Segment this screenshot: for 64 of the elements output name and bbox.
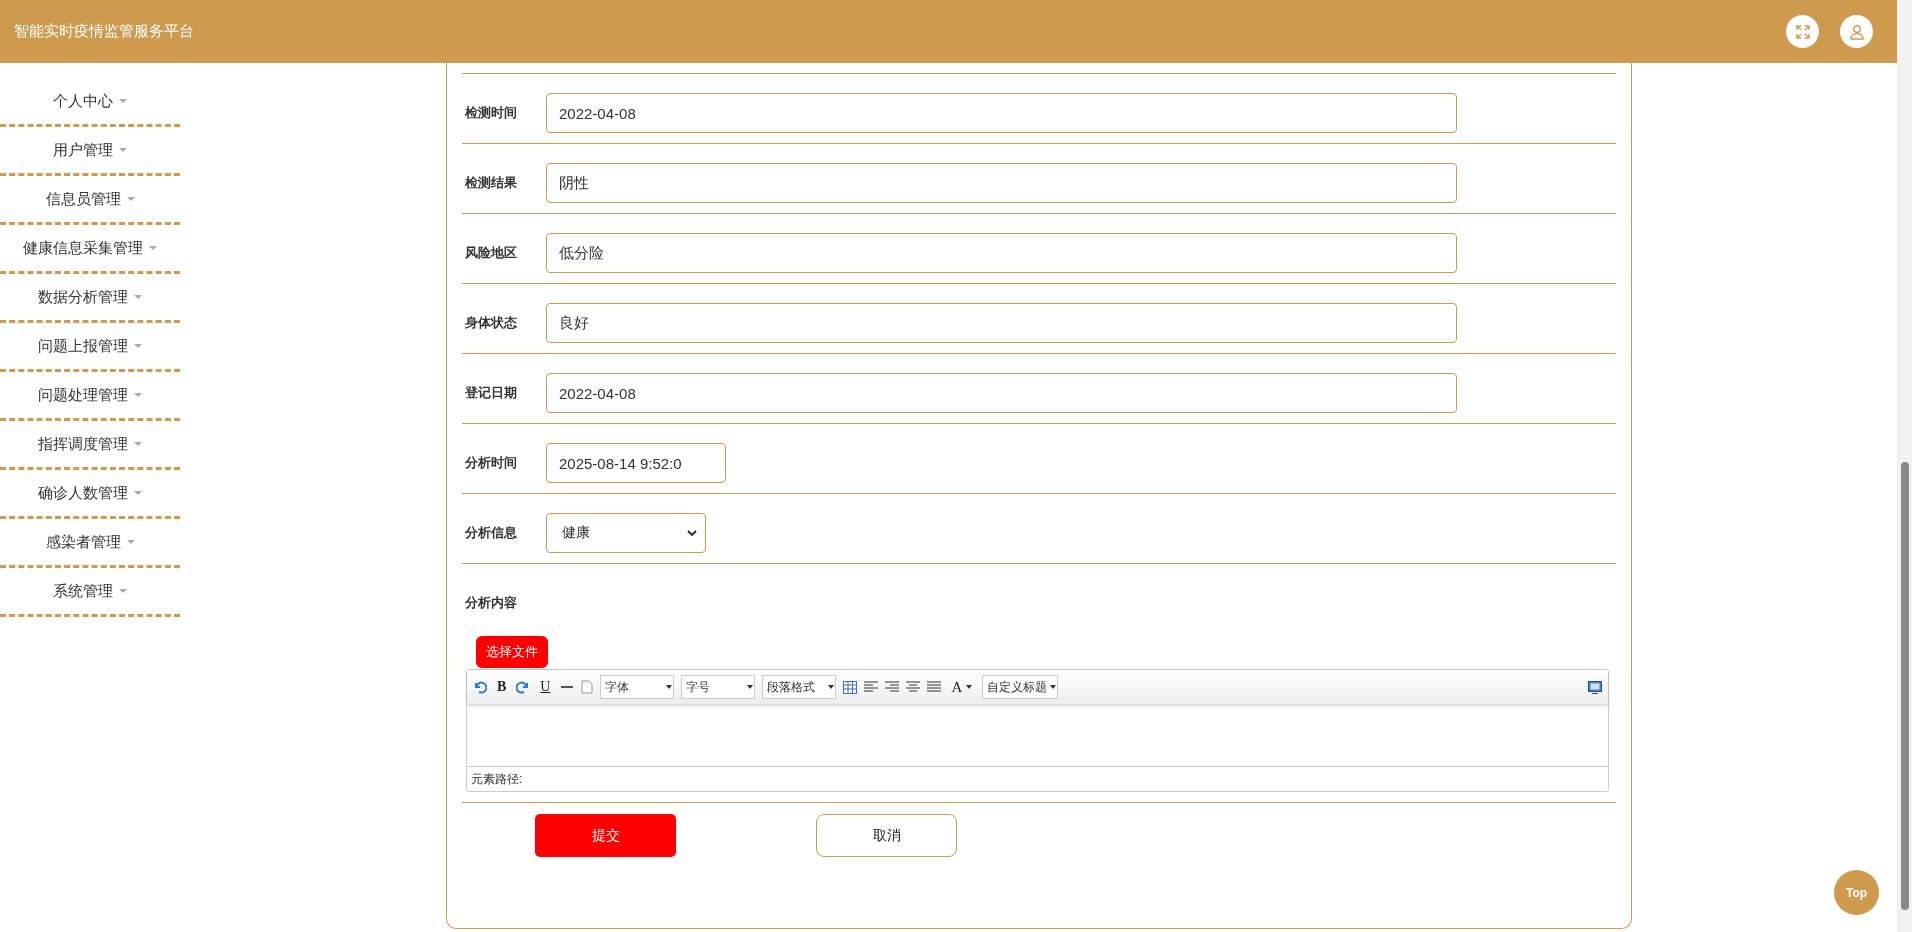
undo-icon[interactable]	[473, 680, 487, 694]
field-label: 风险地区	[465, 244, 518, 262]
sidebar-item[interactable]: 问题上报管理	[0, 323, 180, 372]
underline-button[interactable]: U	[537, 679, 554, 695]
field-label: 检测结果	[465, 174, 518, 192]
caret-icon	[119, 99, 127, 103]
justify-icon[interactable]	[927, 681, 942, 693]
fullscreen-button[interactable]	[1786, 15, 1819, 48]
sidebar-item[interactable]: 数据分析管理	[0, 274, 180, 323]
page-icon[interactable]	[581, 680, 594, 694]
sidebar-item[interactable]: 确诊人数管理	[0, 470, 180, 519]
user-icon	[1848, 23, 1865, 40]
input-field[interactable]: 低分险	[546, 233, 1457, 273]
input-field[interactable]: 2022-04-08	[546, 93, 1457, 133]
cancel-button[interactable]: 取消	[816, 814, 957, 857]
field-label: 分析信息	[465, 524, 518, 542]
caret-icon	[119, 589, 127, 593]
choose-file-button[interactable]: 选择文件	[476, 636, 548, 668]
expand-icon	[1795, 24, 1810, 39]
align-left-icon[interactable]	[864, 681, 879, 693]
toolbar-dropdown[interactable]: 字体	[600, 675, 675, 699]
table-icon[interactable]	[843, 680, 858, 694]
sidebar-item[interactable]: 问题处理管理	[0, 372, 180, 421]
sidebar-item[interactable]: 健康信息采集管理	[0, 225, 180, 274]
input-field[interactable]: 2025-08-14 9:52:0	[546, 443, 726, 483]
caret-icon	[126, 197, 135, 201]
app-title: 智能实时疫情监管服务平台	[14, 22, 194, 41]
toolbar-dropdown[interactable]: 段落格式	[762, 675, 837, 699]
caret-icon	[134, 442, 142, 446]
caret-icon	[149, 246, 157, 250]
align-right-icon[interactable]	[885, 681, 900, 693]
field-label: 分析时间	[465, 454, 518, 472]
field-label: 检测时间	[465, 104, 518, 122]
field-label: 身体状态	[465, 314, 518, 332]
caret-icon	[126, 540, 135, 544]
input-field[interactable]: 阴性	[546, 163, 1457, 203]
sidebar-item[interactable]: 指挥调度管理	[0, 421, 180, 470]
input-field[interactable]: 良好	[546, 303, 1457, 343]
toolbar-dropdown[interactable]: 字号	[681, 675, 756, 699]
sidebar-item[interactable]: 用户管理	[0, 127, 180, 176]
caret-icon	[134, 491, 142, 495]
sidebar-item[interactable]: 信息员管理	[0, 176, 180, 225]
bold-button[interactable]: B	[494, 679, 510, 695]
caret-icon	[134, 344, 142, 348]
sidebar-item[interactable]: 个人中心	[0, 78, 180, 127]
caret-icon	[119, 148, 127, 152]
submit-button[interactable]: 提交	[535, 814, 676, 857]
chevron-down-icon	[687, 529, 697, 537]
scrollbar[interactable]	[1897, 0, 1912, 932]
sidebar-item[interactable]: 系统管理	[0, 568, 180, 617]
align-center-icon[interactable]	[906, 681, 921, 693]
user-button[interactable]	[1840, 15, 1873, 48]
element-path-label: 元素路径:	[471, 770, 523, 788]
select-field[interactable]: 健康	[546, 513, 706, 553]
field-label: 分析内容	[465, 594, 518, 612]
font-color-button[interactable]: A	[948, 678, 976, 696]
input-field[interactable]: 2022-04-08	[546, 373, 1457, 413]
monitor-icon[interactable]	[1588, 680, 1602, 694]
caret-icon	[134, 295, 142, 299]
field-label: 登记日期	[465, 384, 518, 402]
sidebar-item[interactable]: 感染者管理	[0, 519, 180, 568]
redo-icon[interactable]	[516, 680, 531, 694]
toolbar-dropdown[interactable]: 自定义标题	[982, 675, 1059, 699]
caret-icon	[134, 393, 142, 397]
